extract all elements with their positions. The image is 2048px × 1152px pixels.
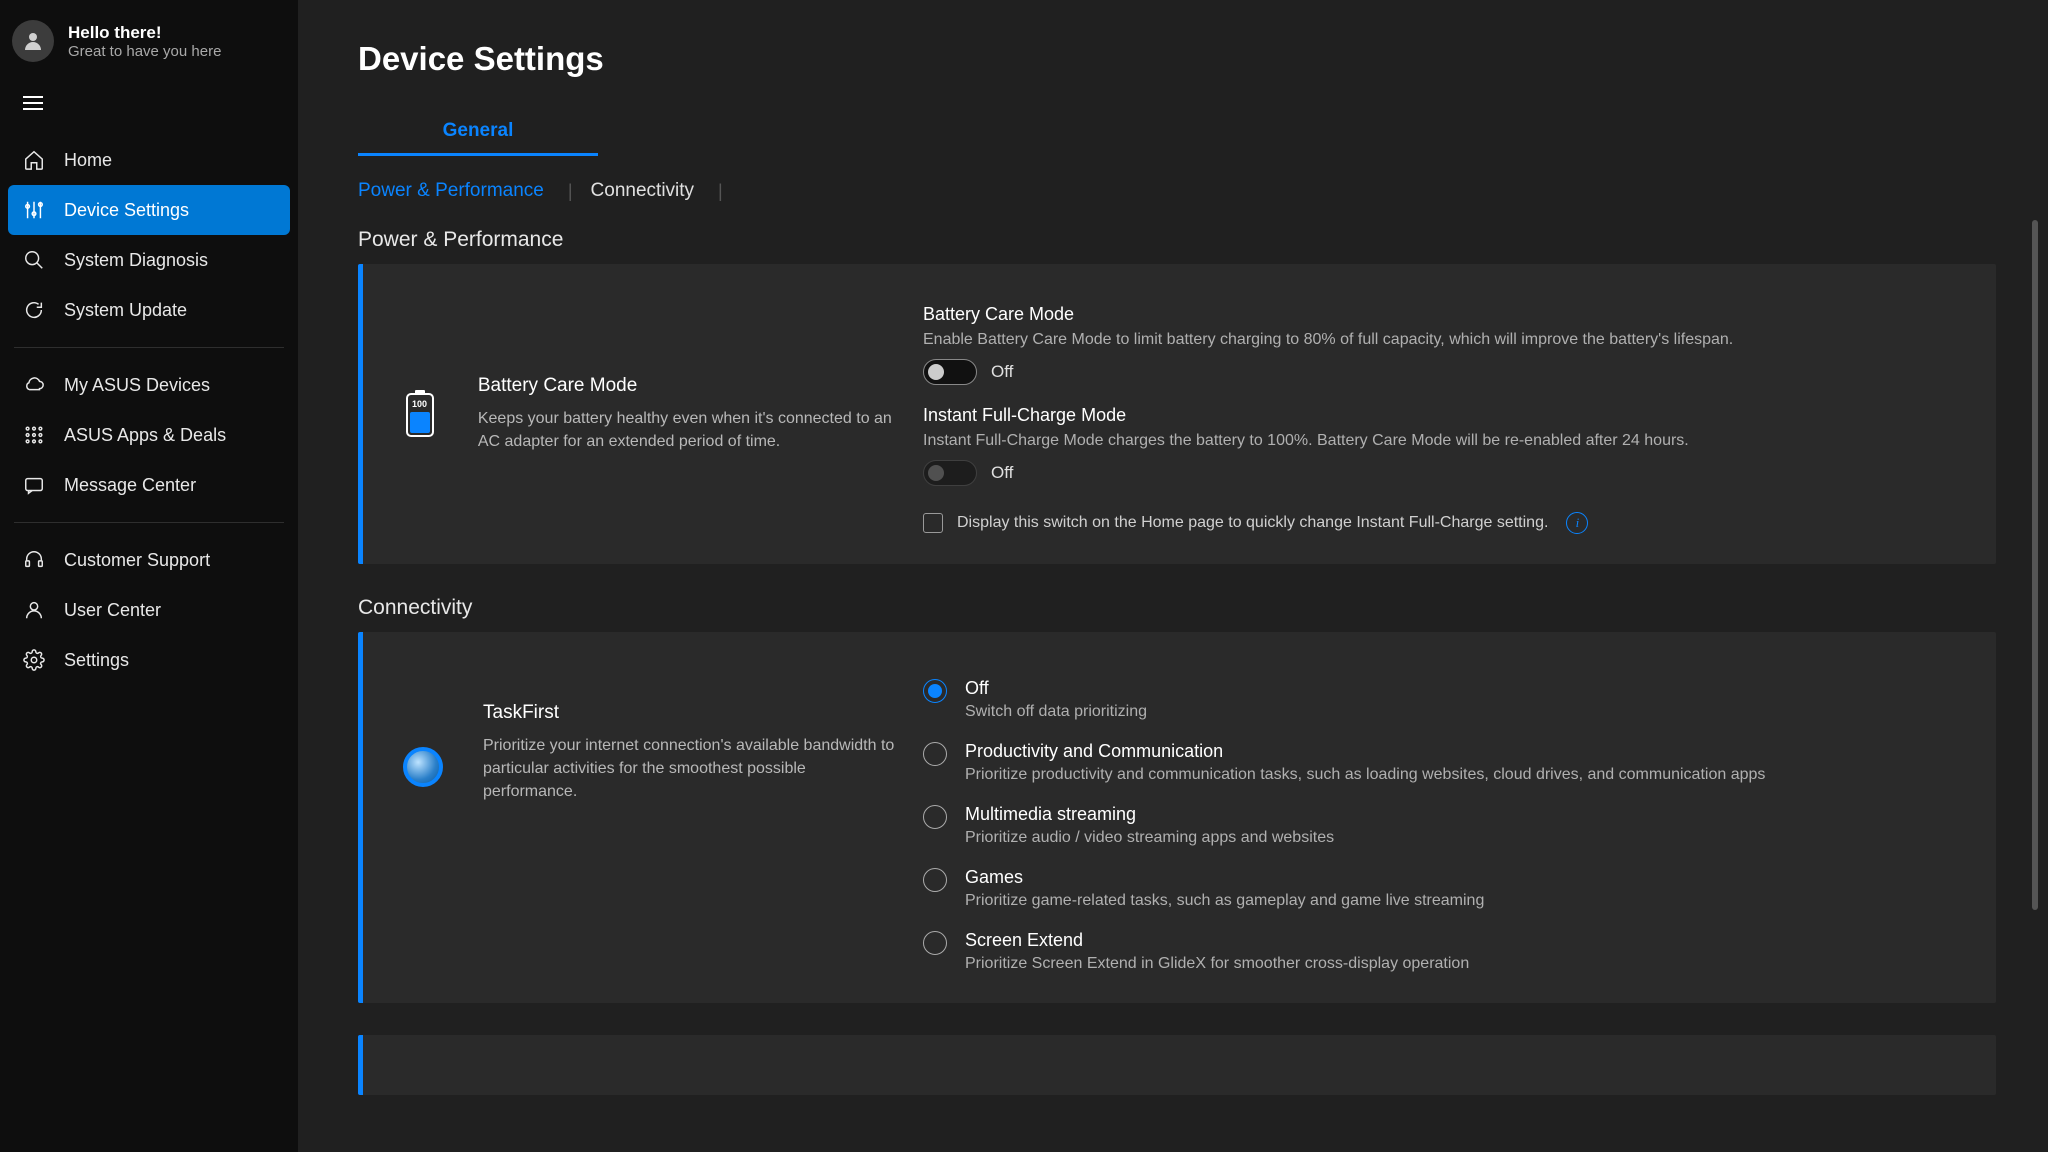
feature-title: TaskFirst xyxy=(483,702,903,724)
battery-care-card: 100 Battery Care Mode Keeps your battery… xyxy=(358,264,1996,564)
separator: | xyxy=(718,181,741,202)
feature-title: Battery Care Mode xyxy=(478,375,903,397)
radio-button[interactable] xyxy=(923,805,947,829)
instant-full-charge-setting: Instant Full-Charge Mode Instant Full-Ch… xyxy=(923,405,1956,486)
scrollbar[interactable] xyxy=(2032,220,2038,910)
radio-button[interactable] xyxy=(923,742,947,766)
sliders-icon xyxy=(22,198,46,222)
refresh-icon xyxy=(22,298,46,322)
home-switch-label: Display this switch on the Home page to … xyxy=(957,514,1548,532)
grid-icon xyxy=(22,423,46,447)
instant-full-charge-toggle xyxy=(923,460,977,486)
tab-general[interactable]: General xyxy=(358,108,598,156)
radio-off[interactable]: Off Switch off data prioritizing xyxy=(923,678,1956,721)
setting-desc: Instant Full-Charge Mode charges the bat… xyxy=(923,432,1956,450)
nav-system-update[interactable]: System Update xyxy=(8,285,290,335)
radio-desc: Prioritize productivity and communicatio… xyxy=(965,766,1765,784)
nav-label: ASUS Apps & Deals xyxy=(64,425,226,446)
battery-care-setting: Battery Care Mode Enable Battery Care Mo… xyxy=(923,304,1956,385)
feature-desc: Keeps your battery healthy even when it'… xyxy=(478,407,903,453)
radio-desc: Prioritize Screen Extend in GlideX for s… xyxy=(965,955,1469,973)
user-profile[interactable]: Hello there! Great to have you here xyxy=(0,12,298,80)
radio-multimedia[interactable]: Multimedia streaming Prioritize audio / … xyxy=(923,804,1956,847)
nav-label: Device Settings xyxy=(64,200,189,221)
nav-system-diagnosis[interactable]: System Diagnosis xyxy=(8,235,290,285)
section-power-performance: Power & Performance xyxy=(358,228,2048,252)
toggle-state: Off xyxy=(991,463,1013,483)
nav-label: Settings xyxy=(64,650,129,671)
feature-desc: Prioritize your internet connection's av… xyxy=(483,734,903,804)
nav-label: Message Center xyxy=(64,475,196,496)
next-card-peek xyxy=(358,1035,1996,1095)
home-icon xyxy=(22,148,46,172)
radio-button[interactable] xyxy=(923,931,947,955)
user-icon xyxy=(22,598,46,622)
nav-asus-apps-deals[interactable]: ASUS Apps & Deals xyxy=(8,410,290,460)
radio-label: Productivity and Communication xyxy=(965,741,1765,762)
nav-label: System Update xyxy=(64,300,187,321)
nav-home[interactable]: Home xyxy=(8,135,290,185)
radio-games[interactable]: Games Prioritize game-related tasks, suc… xyxy=(923,867,1956,910)
lens-icon xyxy=(403,742,443,792)
radio-label: Multimedia streaming xyxy=(965,804,1334,825)
message-icon xyxy=(22,473,46,497)
setting-title: Instant Full-Charge Mode xyxy=(923,405,1956,426)
setting-desc: Enable Battery Care Mode to limit batter… xyxy=(923,331,1956,349)
radio-desc: Prioritize audio / video streaming apps … xyxy=(965,829,1334,847)
radio-desc: Switch off data prioritizing xyxy=(965,703,1147,721)
sidebar: Hello there! Great to have you here Home… xyxy=(0,0,298,1152)
section-connectivity: Connectivity xyxy=(358,596,2048,620)
main-content: Device Settings General Power & Performa… xyxy=(298,0,2048,1152)
page-title: Device Settings xyxy=(358,40,2048,78)
separator: | xyxy=(568,181,591,202)
radio-screen-extend[interactable]: Screen Extend Prioritize Screen Extend i… xyxy=(923,930,1956,973)
home-switch-checkbox[interactable] xyxy=(923,513,943,533)
subtab-power-performance[interactable]: Power & Performance xyxy=(358,176,568,206)
radio-desc: Prioritize game-related tasks, such as g… xyxy=(965,892,1484,910)
nav-label: User Center xyxy=(64,600,161,621)
nav-my-asus-devices[interactable]: My ASUS Devices xyxy=(8,360,290,410)
nav-message-center[interactable]: Message Center xyxy=(8,460,290,510)
nav-settings[interactable]: Settings xyxy=(8,635,290,685)
info-icon[interactable]: i xyxy=(1566,512,1588,534)
hamburger-button[interactable] xyxy=(0,80,298,135)
nav-device-settings[interactable]: Device Settings xyxy=(8,185,290,235)
headset-icon xyxy=(22,548,46,572)
nav-label: My ASUS Devices xyxy=(64,375,210,396)
avatar xyxy=(12,20,54,62)
radio-button[interactable] xyxy=(923,868,947,892)
battery-care-toggle[interactable] xyxy=(923,359,977,385)
nav-customer-support[interactable]: Customer Support xyxy=(8,535,290,585)
nav-divider xyxy=(14,522,284,523)
setting-title: Battery Care Mode xyxy=(923,304,1956,325)
search-icon xyxy=(22,248,46,272)
subtab-connectivity[interactable]: Connectivity xyxy=(591,176,719,206)
radio-productivity[interactable]: Productivity and Communication Prioritiz… xyxy=(923,741,1956,784)
nav-user-center[interactable]: User Center xyxy=(8,585,290,635)
tabbar: General xyxy=(358,108,2048,156)
cloud-icon xyxy=(22,373,46,397)
nav-label: Home xyxy=(64,150,112,171)
radio-label: Off xyxy=(965,678,1147,699)
home-switch-row: Display this switch on the Home page to … xyxy=(923,512,1956,534)
radio-button[interactable] xyxy=(923,679,947,703)
radio-label: Screen Extend xyxy=(965,930,1469,951)
nav-divider xyxy=(14,347,284,348)
battery-icon: 100 xyxy=(403,389,438,439)
toggle-state: Off xyxy=(991,362,1013,382)
taskfirst-card: TaskFirst Prioritize your internet conne… xyxy=(358,632,1996,1003)
nav-label: Customer Support xyxy=(64,550,210,571)
subtabs: Power & Performance | Connectivity | xyxy=(358,176,2048,206)
taskfirst-radio-group: Off Switch off data prioritizing Product… xyxy=(923,672,1956,973)
gear-icon xyxy=(22,648,46,672)
radio-label: Games xyxy=(965,867,1484,888)
svg-text:100: 100 xyxy=(412,399,427,409)
nav-label: System Diagnosis xyxy=(64,250,208,271)
user-greeting: Hello there! xyxy=(68,23,221,43)
user-subtext: Great to have you here xyxy=(68,43,221,60)
